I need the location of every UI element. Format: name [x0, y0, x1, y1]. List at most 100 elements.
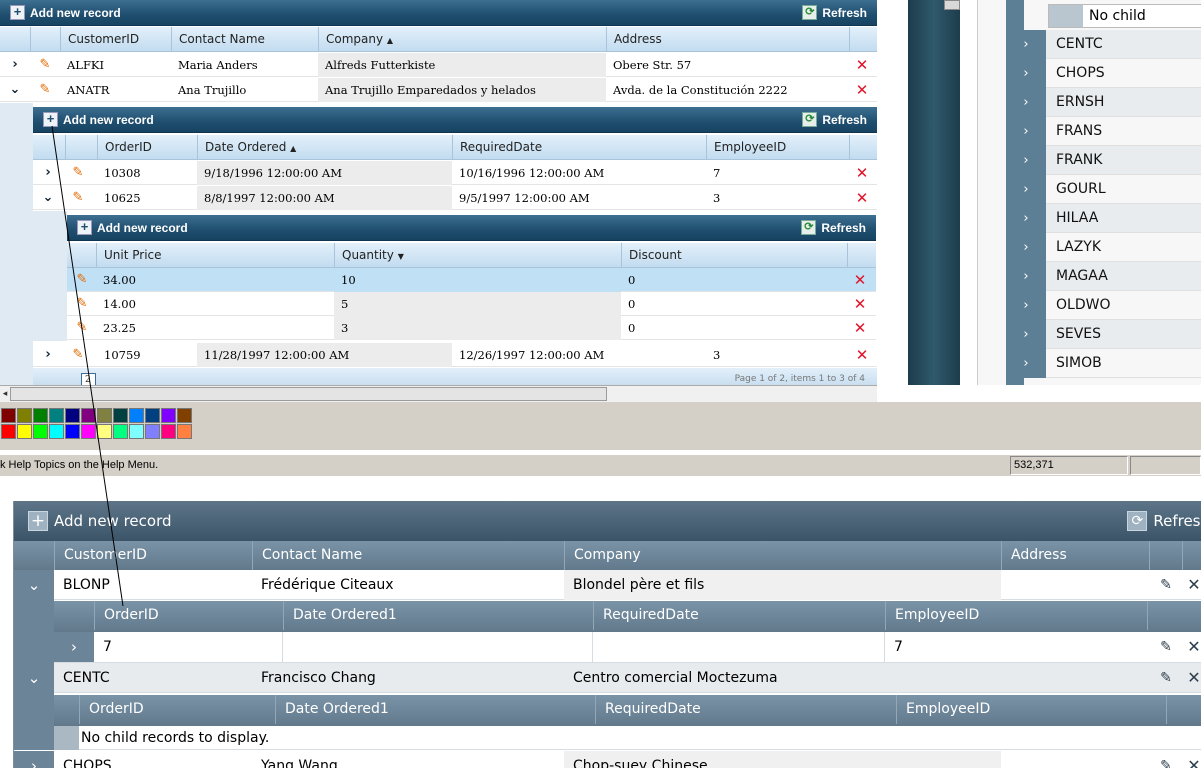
expand-icon[interactable]: ›: [1006, 204, 1046, 233]
expand-icon[interactable]: ›: [1006, 262, 1046, 291]
palette-color-swatch[interactable]: [177, 424, 192, 439]
refresh-button[interactable]: ⟳ Refresh: [801, 220, 866, 235]
list-item[interactable]: › CHOPS: [1006, 59, 1201, 88]
column-header-company[interactable]: Company: [564, 541, 1001, 570]
palette-color-swatch[interactable]: [161, 424, 176, 439]
table-row[interactable]: ✎ 34.00 10 0 ✕: [67, 268, 876, 292]
expand-icon[interactable]: ›: [14, 751, 54, 768]
delete-icon[interactable]: ✕: [847, 268, 873, 292]
column-header-unit-price[interactable]: Unit Price: [96, 243, 334, 268]
delete-icon[interactable]: ✕: [849, 161, 875, 185]
list-item[interactable]: › ERNSH: [1006, 88, 1201, 117]
edit-pencil-icon[interactable]: ✎: [63, 161, 93, 185]
column-header-requireddate[interactable]: RequiredDate: [452, 135, 706, 160]
column-header-date-ordered1[interactable]: Date Ordered1: [275, 695, 595, 724]
add-new-record-button[interactable]: + Add new record: [43, 112, 154, 127]
column-header-date-ordered[interactable]: Date Ordered ▲: [197, 135, 452, 160]
delete-icon[interactable]: ✕: [847, 316, 873, 340]
column-header-employeeid[interactable]: EmployeeID: [706, 135, 849, 160]
column-header-discount[interactable]: Discount: [621, 243, 847, 268]
add-new-record-button[interactable]: + Add new record: [77, 220, 188, 235]
palette-color-swatch[interactable]: [161, 408, 176, 423]
column-header-contact-name[interactable]: Contact Name: [171, 27, 318, 52]
column-header-orderid[interactable]: OrderID: [97, 135, 197, 160]
palette-color-swatch[interactable]: [113, 424, 128, 439]
expand-icon[interactable]: ›: [1006, 146, 1046, 175]
edit-pencil-icon[interactable]: ✎: [63, 343, 93, 367]
column-header-orderid[interactable]: OrderID: [79, 695, 275, 724]
column-header-date-ordered1[interactable]: Date Ordered1: [283, 601, 593, 630]
palette-color-swatch[interactable]: [113, 408, 128, 423]
expand-icon[interactable]: ›: [1006, 59, 1046, 88]
delete-icon[interactable]: ✕: [849, 53, 875, 77]
expand-icon[interactable]: ›: [1006, 349, 1046, 378]
edit-pencil-icon[interactable]: ✎: [1151, 663, 1181, 693]
edit-pencil-icon[interactable]: ✎: [63, 186, 93, 210]
column-header-company[interactable]: Company ▲: [318, 27, 606, 52]
palette-color-swatch[interactable]: [17, 424, 32, 439]
horizontal-scrollbar[interactable]: ◂: [0, 385, 877, 402]
list-item[interactable]: › GOURL: [1006, 175, 1201, 204]
column-header-orderid[interactable]: OrderID: [94, 601, 283, 630]
list-item[interactable]: › LAZYK: [1006, 233, 1201, 262]
palette-color-swatch[interactable]: [1, 424, 16, 439]
expand-icon[interactable]: ›: [1006, 233, 1046, 262]
list-item[interactable]: › MAGAA: [1006, 262, 1201, 291]
palette-color-swatch[interactable]: [97, 424, 112, 439]
collapse-icon[interactable]: ⌄: [14, 570, 54, 600]
scroll-left-arrow-icon[interactable]: ◂: [0, 387, 10, 401]
palette-color-swatch[interactable]: [33, 424, 48, 439]
palette-color-swatch[interactable]: [145, 408, 160, 423]
list-item[interactable]: › CENTC: [1006, 30, 1201, 59]
edit-pencil-icon[interactable]: ✎: [30, 53, 60, 77]
palette-color-swatch[interactable]: [81, 424, 96, 439]
expand-icon[interactable]: ›: [1006, 117, 1046, 146]
palette-color-swatch[interactable]: [129, 424, 144, 439]
column-header-address[interactable]: Address: [606, 27, 849, 52]
column-header-quantity[interactable]: Quantity ▼: [334, 243, 621, 268]
expand-icon[interactable]: ›: [0, 53, 30, 77]
column-header-employeeid[interactable]: EmployeeID: [896, 695, 1166, 724]
list-item[interactable]: › HILAA: [1006, 204, 1201, 233]
list-item[interactable]: › FRANK: [1006, 146, 1201, 175]
add-new-record-button[interactable]: + Add new record: [10, 5, 121, 20]
edit-pencil-icon[interactable]: ✎: [1151, 751, 1181, 768]
column-header-customerid[interactable]: CustomerID: [54, 541, 252, 570]
collapse-icon[interactable]: ⌄: [33, 186, 63, 210]
edit-pencil-icon[interactable]: ✎: [67, 316, 97, 340]
palette-color-swatch[interactable]: [1, 408, 16, 423]
expand-icon[interactable]: ›: [1006, 30, 1046, 59]
edit-pencil-icon[interactable]: ✎: [30, 78, 60, 102]
edit-pencil-icon[interactable]: ✎: [67, 268, 97, 292]
refresh-button[interactable]: ⟳ Refresh: [802, 5, 867, 20]
palette-color-swatch[interactable]: [49, 408, 64, 423]
palette-color-swatch[interactable]: [17, 408, 32, 423]
palette-color-swatch[interactable]: [177, 408, 192, 423]
column-header-contact-name[interactable]: Contact Name: [252, 541, 564, 570]
expand-icon[interactable]: ›: [1006, 175, 1046, 204]
add-new-record-button[interactable]: + Add new record: [28, 511, 172, 531]
expand-icon[interactable]: ›: [1006, 88, 1046, 117]
column-header-requireddate[interactable]: RequiredDate: [593, 601, 885, 630]
palette-color-swatch[interactable]: [65, 408, 80, 423]
palette-color-swatch[interactable]: [49, 424, 64, 439]
palette-color-swatch[interactable]: [129, 408, 144, 423]
list-item[interactable]: › FRANS: [1006, 117, 1201, 146]
column-header-customerid[interactable]: CustomerID: [60, 27, 171, 52]
pager-page-button[interactable]: 2: [81, 373, 96, 385]
delete-icon[interactable]: ✕: [849, 343, 875, 367]
delete-icon[interactable]: ✕: [847, 292, 873, 316]
edit-pencil-icon[interactable]: ✎: [67, 292, 97, 316]
expand-icon[interactable]: ›: [33, 343, 63, 367]
edit-pencil-icon[interactable]: ✎: [1151, 632, 1181, 662]
delete-icon[interactable]: ✕: [849, 186, 875, 210]
collapse-icon[interactable]: ⌄: [14, 663, 54, 693]
expand-icon[interactable]: ›: [1006, 291, 1046, 320]
refresh-button[interactable]: ⟳ Refresh: [802, 112, 867, 127]
palette-color-swatch[interactable]: [145, 424, 160, 439]
scrollbar-thumb[interactable]: [10, 387, 607, 401]
palette-color-swatch[interactable]: [81, 408, 96, 423]
expand-icon[interactable]: ›: [1006, 320, 1046, 349]
delete-icon[interactable]: ✕: [849, 78, 875, 102]
list-item[interactable]: › OLDWO: [1006, 291, 1201, 320]
